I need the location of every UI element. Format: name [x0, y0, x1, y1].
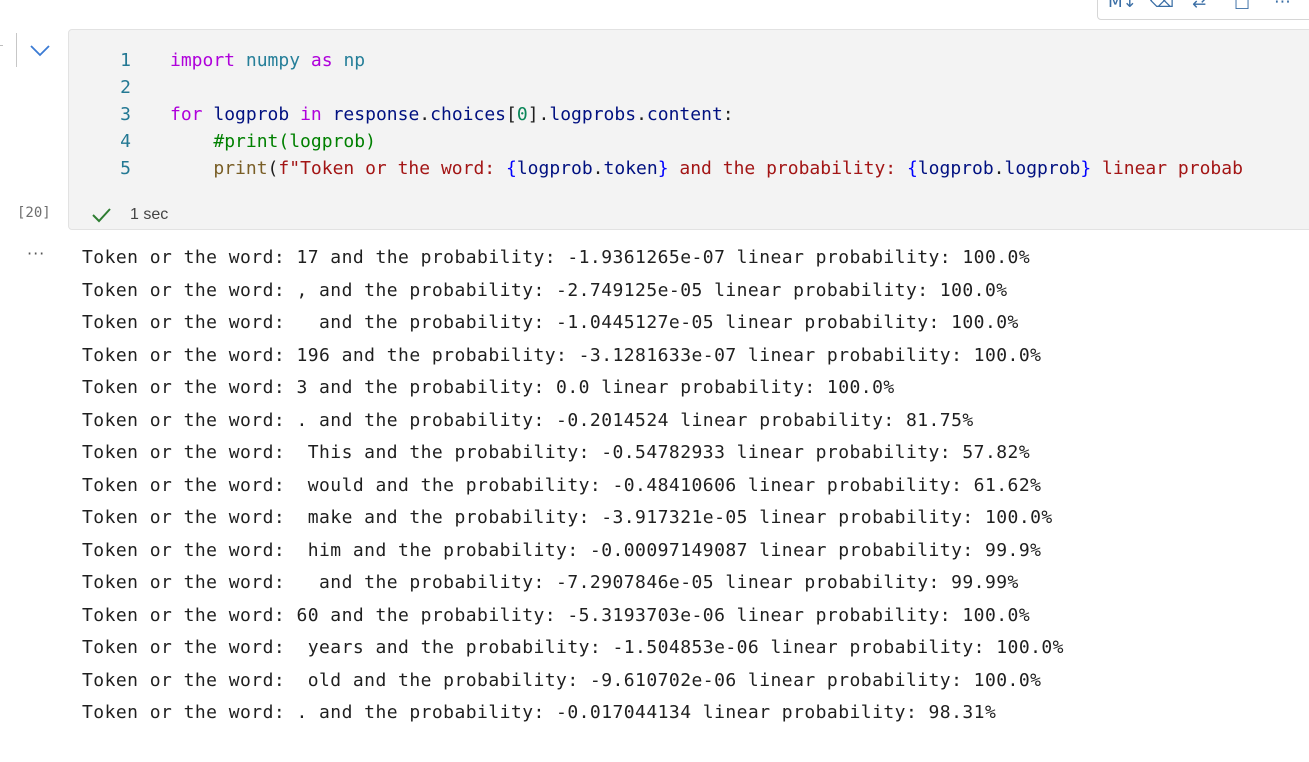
line-number: 2: [120, 77, 131, 98]
code-token: #print(logprob): [213, 131, 376, 152]
code-token: in: [300, 104, 322, 125]
code-token: logprob: [917, 158, 994, 179]
code-token: 0: [516, 104, 528, 125]
code-token: {: [906, 158, 918, 179]
code-token: print: [213, 158, 268, 179]
gutter-tick: [0, 45, 3, 46]
check-icon: [92, 208, 111, 223]
output-line: Token or the word: and the probability: …: [82, 312, 1019, 333]
output-line: Token or the word: This and the probabil…: [82, 442, 1031, 463]
output-line: Token or the word: 196 and the probabili…: [82, 344, 1042, 366]
code-line[interactable]: 5 print(f"Token or the word: {logprob.to…: [69, 155, 1309, 182]
code-token: linear probab: [1091, 158, 1243, 179]
code-token: token: [603, 158, 658, 179]
collapse-cell-button[interactable]: [26, 38, 54, 64]
code-text: import numpy as np: [170, 47, 365, 74]
chevron-down-icon: [30, 45, 50, 57]
line-number: 5: [120, 158, 131, 179]
output-line: Token or the word: make and the probabil…: [82, 507, 1053, 528]
code-text: for logprob in response.choices[0].logpr…: [170, 101, 734, 128]
code-token: f"Token or the word:: [278, 158, 506, 179]
output-line: Token or the word: 60 and the probabilit…: [82, 604, 1031, 626]
split-cell-icon[interactable]: ⇄: [1192, 0, 1222, 17]
code-token: }: [657, 158, 669, 179]
code-token: for: [170, 104, 203, 125]
output-menu-icon[interactable]: ···: [27, 244, 45, 263]
code-token: .: [419, 104, 431, 125]
code-token: logprob: [213, 104, 290, 125]
cell-toolbar: M↓ ⌫ ⇄ □ ⋯: [1097, 0, 1309, 20]
code-token: .: [993, 158, 1005, 179]
code-line[interactable]: 3 for logprob in response.choices[0].logp…: [69, 101, 1309, 128]
code-token: choices: [430, 104, 506, 125]
code-token: content: [646, 104, 723, 125]
code-text: print(f"Token or the word: {logprob.toke…: [170, 155, 1243, 182]
clear-output-icon[interactable]: ⌫: [1150, 0, 1180, 17]
code-token: response: [332, 104, 420, 125]
code-token: numpy: [245, 50, 301, 71]
code-cell-editor[interactable]: 1 import numpy as np 2 3 for logprob in resp…: [68, 29, 1309, 230]
output-line: Token or the word: . and the probability…: [82, 409, 974, 431]
output-line: Token or the word: and the probability: …: [82, 572, 1019, 593]
markdown-icon[interactable]: M↓: [1108, 0, 1142, 17]
execution-count: [20]: [17, 205, 51, 221]
code-token: .: [636, 104, 647, 125]
code-token: .: [592, 158, 604, 179]
line-number: 1: [120, 50, 131, 71]
code-line[interactable]: 4 #print(logprob): [69, 128, 1309, 155]
square-icon[interactable]: □: [1234, 0, 1264, 17]
line-number: 3: [120, 104, 131, 125]
notebook-page: M↓ ⌫ ⇄ □ ⋯ [20] ··· 1 import numpy as np 2…: [0, 0, 1309, 762]
output-line: Token or the word: would and the probabi…: [82, 474, 1042, 496]
execution-duration: 1 sec: [130, 206, 169, 223]
code-token: logprobs: [549, 104, 637, 125]
output-line: Token or the word: 3 and the probability…: [82, 377, 895, 398]
code-line[interactable]: 2: [69, 74, 1309, 101]
line-number: 4: [120, 131, 131, 152]
output-line: Token or the word: . and the probability…: [82, 702, 997, 723]
code-token: and the probability:: [668, 158, 907, 179]
output-line: Token or the word: old and the probabili…: [82, 669, 1042, 691]
code-token: import: [170, 50, 236, 71]
output-line: Token or the word: him and the probabili…: [82, 539, 1042, 561]
code-token: }: [1080, 158, 1092, 179]
code-token: np: [343, 50, 366, 71]
code-token: logprob: [516, 158, 593, 179]
code-token: [: [506, 104, 517, 125]
code-text: #print(logprob): [170, 128, 376, 155]
code-token: ].: [527, 104, 550, 125]
code-token: as: [310, 50, 333, 71]
code-token: :: [722, 104, 734, 125]
scrolled-output-remnant: [82, 216, 1082, 234]
cell-focus-bar: [16, 33, 17, 67]
output-line: Token or the word: , and the probability…: [82, 279, 1008, 301]
output-line: Token or the word: years and the probabi…: [82, 637, 1064, 658]
code-line[interactable]: 1 import numpy as np: [69, 47, 1309, 74]
code-token: (: [267, 158, 279, 179]
code-token: {: [505, 158, 517, 179]
code-token: logprob: [1004, 158, 1081, 179]
more-actions-icon[interactable]: ⋯: [1274, 0, 1304, 17]
output-line: Token or the word: 17 and the probabilit…: [82, 247, 1031, 268]
